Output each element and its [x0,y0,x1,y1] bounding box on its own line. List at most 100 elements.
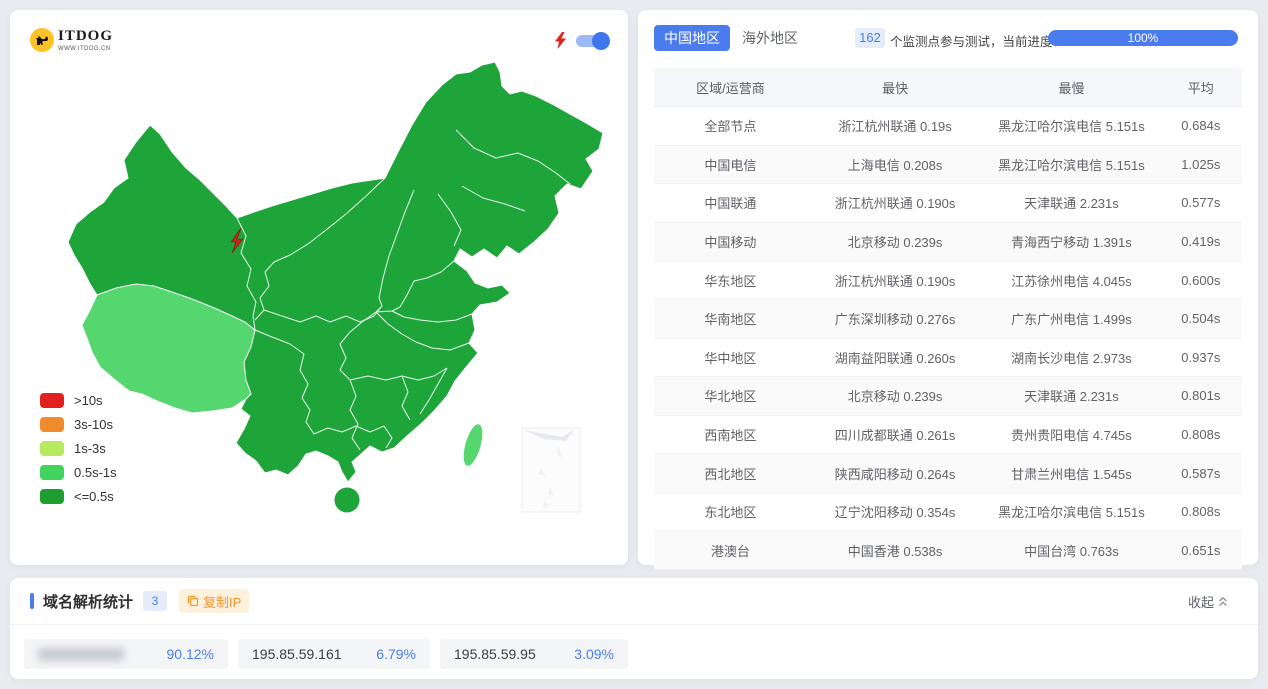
redacted-ip [38,647,124,661]
legend-item: <=0.5s [40,485,117,509]
dns-header: 域名解析统计 3 复制IP 收起 [10,578,1258,625]
table-header: 区域/运营商 最快 最慢 平均 [654,68,1242,107]
table-row: 华南地区 广东深圳移动 0.276s 广东广州电信 1.499s 0.504s [654,299,1242,339]
cell-average: 0.504s [1181,311,1221,327]
cell-region: 港澳台 [710,543,750,559]
itdog-ping-page: ITDOG WWW.ITDOG.CN >10s 3s-10s 1s-3s 0.5… [0,0,1268,689]
legend-swatch [40,465,64,481]
legend-item: 1s-3s [40,436,117,460]
cell-slowest: 黑龙江哈尔滨电信 5.151s [998,119,1145,135]
col-average: 平均 [1187,80,1214,96]
dns-panel: 域名解析统计 3 复制IP 收起 90.12% 195.85.59.161 6.… [10,578,1258,679]
dns-ip-list: 90.12% 195.85.59.161 6.79% 195.85.59.95 … [24,639,628,669]
dns-ip-item: 195.85.59.95 3.09% [440,639,628,669]
legend-item: >10s [40,388,117,412]
cell-average: 0.808s [1181,504,1221,520]
result-header: 中国地区 海外地区 162 个监测点参与测试，当前进度： 100% [638,10,1258,68]
legend-label: 1s-3s [74,440,106,456]
copy-icon [187,595,199,607]
collapse-toggle[interactable]: 收起 [1188,578,1228,624]
cell-average: 0.577s [1181,195,1221,211]
dns-ip-item: 90.12% [24,639,228,669]
china-mainland-shape[interactable] [67,61,604,483]
legend-label: >10s [74,392,103,408]
ip-percent: 6.79% [376,646,416,662]
cell-region: 东北地区 [704,505,757,521]
table-row: 全部节点 浙江杭州联通 0.19s 黑龙江哈尔滨电信 5.151s 0.684s [654,107,1242,146]
table-row: 西南地区 四川成都联通 0.261s 贵州贵阳电信 4.745s 0.808s [654,415,1242,455]
table-row: 中国电信 上海电信 0.208s 黑龙江哈尔滨电信 5.151s 1.025s [654,145,1242,185]
tab-china-region[interactable]: 中国地区 [654,25,730,51]
cell-fastest: 辽宁沈阳移动 0.354s [834,505,956,521]
cell-average: 0.419s [1181,234,1221,250]
cell-average: 1.025s [1181,156,1221,172]
legend-label: 3s-10s [74,416,114,432]
legend-label: 0.5s-1s [74,465,117,481]
cell-slowest: 天津联通 2.231s [1024,389,1119,405]
cell-region: 全部节点 [704,119,757,135]
legend-swatch [40,489,64,505]
map-legend: >10s 3s-10s 1s-3s 0.5s-1s <=0.5s [40,388,117,509]
copy-ip-label: 复制IP [203,594,242,610]
cell-average: 0.684s [1181,118,1221,134]
cell-slowest: 中国台湾 0.763s [1024,543,1119,559]
monitor-count-badge: 162 [855,28,885,48]
legend-swatch [40,392,64,408]
province-hainan[interactable] [330,483,364,517]
cell-average: 0.651s [1181,542,1221,558]
tab-overseas-region[interactable]: 海外地区 [740,25,800,51]
cell-slowest: 天津联通 2.231s [1024,196,1119,212]
table-row: 西北地区 陕西咸阳移动 0.264s 甘肃兰州电信 1.545s 0.587s [654,454,1242,493]
table-body: 全部节点 浙江杭州联通 0.19s 黑龙江哈尔滨电信 5.151s 0.684s 中国… [654,107,1242,571]
cell-region: 中国联通 [704,196,757,212]
col-fastest: 最快 [882,80,909,96]
cell-region: 华中地区 [704,350,757,366]
cell-fastest: 陕西咸阳移动 0.264s [834,466,956,482]
col-slowest: 最慢 [1058,80,1085,96]
south-china-sea-inset [521,427,581,513]
cell-fastest: 上海电信 0.208s [847,157,943,173]
lightning-icon [555,32,566,49]
cell-fastest: 浙江杭州联通 0.190s [834,273,956,289]
dns-title: 域名解析统计 [43,593,134,611]
cell-slowest: 青海西宁移动 1.391s [1011,235,1132,251]
collapse-label: 收起 [1187,594,1214,610]
legend-item: 3s-10s [40,412,117,436]
table-row: 东北地区 辽宁沈阳移动 0.354s 黑龙江哈尔滨电信 5.151s 0.808s [654,492,1242,532]
table-row: 中国移动 北京移动 0.239s 青海西宁移动 1.391s 0.419s [654,222,1242,262]
cell-region: 西北地区 [704,466,757,482]
cell-fastest: 湖南益阳联通 0.260s [834,350,956,366]
logo-title: ITDOG [58,27,114,44]
itdog-logo: ITDOG WWW.ITDOG.CN [30,28,113,52]
switch-knob [592,31,610,50]
col-region: 区域/运营商 [696,80,765,96]
dns-count-badge: 3 [143,591,168,611]
cell-average: 0.600s [1181,272,1221,288]
cell-slowest: 黑龙江哈尔滨电信 5.151s [998,505,1145,521]
speed-switch[interactable] [576,31,610,50]
chevron-up-double-icon [1219,596,1227,606]
cell-fastest: 北京移动 0.239s [847,235,943,251]
cell-region: 西南地区 [704,428,757,444]
ip-address: 195.85.59.95 [454,646,536,662]
result-panel: 中国地区 海外地区 162 个监测点参与测试，当前进度： 100% 区域/运营商… [638,10,1258,571]
ip-percent: 90.12% [166,646,214,662]
legend-swatch [40,416,64,432]
itdog-dog-icon [30,28,54,52]
cell-fastest: 广东深圳移动 0.276s [834,312,956,328]
province-taiwan[interactable] [460,422,486,467]
cell-average: 0.801s [1181,388,1221,404]
dns-ip-item: 195.85.59.161 6.79% [238,639,430,669]
copy-ip-button[interactable]: 复制IP [179,589,250,613]
cell-slowest: 江苏徐州电信 4.045s [1011,273,1132,289]
legend-label: <=0.5s [74,489,114,505]
cell-slowest: 甘肃兰州电信 1.545s [1011,466,1132,482]
legend-item: 0.5s-1s [40,461,117,485]
cell-fastest: 中国香港 0.538s [847,543,943,559]
cell-fastest: 浙江杭州联通 0.19s [838,119,952,135]
cell-fastest: 四川成都联通 0.261s [834,428,956,444]
cell-average: 0.587s [1181,465,1221,481]
legend-swatch [40,440,64,456]
cell-region: 中国电信 [704,157,757,173]
map-panel: ITDOG WWW.ITDOG.CN >10s 3s-10s 1s-3s 0.5… [10,10,628,565]
